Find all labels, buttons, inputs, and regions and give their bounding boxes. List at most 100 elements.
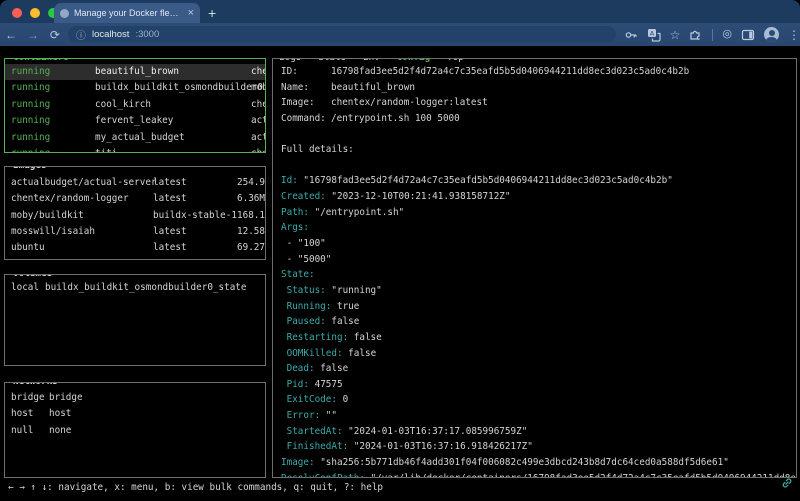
network-name: null	[11, 423, 33, 439]
tab-close-icon[interactable]: ×	[188, 8, 194, 19]
link-icon[interactable]	[780, 476, 794, 490]
config-detail-line: Error: ""	[281, 408, 795, 424]
reload-icon[interactable]: ⟳	[44, 28, 66, 42]
networks-panel-title: Networks	[11, 382, 60, 387]
new-tab-button[interactable]: +	[208, 4, 216, 22]
profile-avatar[interactable]	[764, 27, 779, 42]
config-detail-line: Image: "sha256:5b771db46f4add301f04f0060…	[281, 455, 795, 471]
network-row[interactable]: null none	[5, 423, 265, 439]
window-controls[interactable]	[12, 8, 58, 18]
container-row[interactable]: running fervent_leakey act	[5, 113, 265, 129]
container-image: che	[251, 64, 266, 80]
browser-chrome: Manage your Docker fleet wi × + ← → ⟳ ⓘ …	[0, 0, 800, 46]
detail-tab[interactable]: Top	[447, 58, 464, 63]
config-detail-line: Status: "running"	[281, 283, 795, 299]
url-port-text: :3000	[135, 29, 159, 40]
forward-icon[interactable]: →	[22, 28, 44, 42]
networks-panel[interactable]: Networks bridge bridge host host null no…	[4, 382, 266, 478]
image-size: 69.27MB	[237, 240, 266, 256]
site-info-icon[interactable]: ⓘ	[76, 27, 86, 42]
detail-tab[interactable]: Config	[397, 58, 431, 63]
container-image: act	[251, 113, 266, 129]
image-size: 12.58MB	[237, 224, 266, 240]
container-image: che	[251, 97, 266, 113]
tab-title: Manage your Docker fleet wi	[74, 8, 183, 18]
image-tag: latest	[153, 224, 187, 240]
keybindings-statusbar: ← → ↑ ↓: navigate, x: menu, b: view bulk…	[8, 482, 383, 493]
image-repo: <none>	[11, 256, 45, 260]
network-row[interactable]: host host	[5, 406, 265, 422]
image-size: 20.73MB	[237, 256, 266, 260]
container-row[interactable]: running beautiful_brown che	[5, 64, 265, 80]
container-row[interactable]: running cool_kirch che	[5, 97, 265, 113]
translate-icon[interactable]: A	[647, 28, 661, 42]
image-row[interactable]: <none> <none> 20.73MB	[5, 256, 265, 260]
container-row[interactable]: running buildx_buildkit_osmondbuilder0 m…	[5, 80, 265, 96]
images-panel[interactable]: Images actualbudget/actual-server latest…	[4, 166, 266, 260]
volumes-panel[interactable]: Volumes local buildx_buildkit_osmondbuil…	[4, 274, 266, 366]
container-name: my_actual_budget	[95, 130, 185, 146]
detail-tab[interactable]: Env	[363, 58, 380, 63]
minimize-window-button[interactable]	[30, 8, 40, 18]
container-name: titi	[95, 146, 117, 153]
browser-tab-bar: Manage your Docker fleet wi × +	[0, 0, 800, 23]
volume-row[interactable]: local buildx_buildkit_osmondbuilder0_sta…	[5, 280, 265, 296]
config-detail-line: Created: "2023-12-10T00:21:41.938158712Z…	[281, 189, 795, 205]
image-size: 168.13MB	[237, 208, 266, 224]
network-name: host	[11, 406, 33, 422]
url-text: localhost	[92, 29, 130, 40]
image-repo: actualbudget/actual-server	[11, 175, 157, 191]
config-detail-line: Args:	[281, 220, 795, 236]
config-summary-line: Image:chentex/random-logger:latest	[281, 95, 795, 111]
container-image: che	[251, 146, 266, 153]
detail-panel[interactable]: Logs – Stats – Env – Config – Top – ID:1…	[272, 58, 797, 478]
image-row[interactable]: chentex/random-logger latest 6.36MB	[5, 191, 265, 207]
close-window-button[interactable]	[12, 8, 22, 18]
container-row[interactable]: running my_actual_budget act	[5, 130, 265, 146]
image-row[interactable]: moby/buildkit buildx-stable-1 168.13MB	[5, 208, 265, 224]
image-row[interactable]: mosswill/isaiah latest 12.58MB	[5, 224, 265, 240]
config-detail-line: Path: "/entrypoint.sh"	[281, 205, 795, 221]
bookmark-star-icon[interactable]: ☆	[670, 29, 681, 41]
containers-panel[interactable]: Containers running beautiful_brown che r…	[4, 58, 266, 153]
detail-tab[interactable]: Logs	[279, 58, 301, 63]
extension-badge-icon[interactable]: ◎	[722, 29, 732, 40]
network-row[interactable]: bridge bridge	[5, 390, 265, 406]
lazydocker-terminal: Containers running beautiful_brown che r…	[0, 46, 800, 501]
tab-favicon-icon	[60, 9, 69, 18]
image-row[interactable]: ubuntu latest 69.27MB	[5, 240, 265, 256]
container-row[interactable]: running titi che	[5, 146, 265, 153]
image-size: 254.98MB	[237, 175, 266, 191]
config-detail-line: StartedAt: "2024-01-03T16:37:17.08599675…	[281, 424, 795, 440]
image-size: 6.36MB	[237, 191, 266, 207]
image-row[interactable]: actualbudget/actual-server latest 254.98…	[5, 175, 265, 191]
image-tag: latest	[153, 240, 187, 256]
full-details-heading: Full details:	[281, 142, 795, 158]
image-tag: latest	[153, 191, 187, 207]
network-driver: bridge	[49, 390, 83, 406]
side-panel-icon[interactable]	[741, 28, 755, 42]
config-detail-line: Id: "16798fad3ee5d2f4d72a4c7c35eafd5b5d0…	[281, 173, 795, 189]
tab-separator: –	[346, 58, 363, 63]
browser-tab[interactable]: Manage your Docker fleet wi ×	[54, 3, 200, 23]
back-icon[interactable]: ←	[0, 28, 22, 42]
network-driver: host	[49, 406, 71, 422]
password-key-icon[interactable]	[624, 28, 638, 42]
images-panel-title: Images	[11, 166, 49, 171]
config-detail-line: Running: true	[281, 299, 795, 315]
config-detail-line: ExitCode: 0	[281, 392, 795, 408]
config-summary-line: Name:beautiful_brown	[281, 80, 795, 96]
container-image: mob	[251, 80, 266, 96]
config-summary-line: ID:16798fad3ee5d2f4d72a4c7c35eafd5b5d040…	[281, 64, 795, 80]
volume-name: buildx_buildkit_osmondbuilder0_state	[45, 280, 247, 296]
config-detail-line: OOMKilled: false	[281, 346, 795, 362]
detail-tab[interactable]: Stats	[318, 58, 346, 63]
container-status: running	[11, 113, 50, 129]
network-name: bridge	[11, 390, 45, 406]
image-repo: ubuntu	[11, 240, 45, 256]
extensions-icon[interactable]	[689, 28, 703, 42]
network-driver: none	[49, 423, 71, 439]
browser-menu-icon[interactable]: ⋮	[788, 29, 800, 41]
url-bar[interactable]: ⓘ localhost :3000	[68, 26, 616, 43]
container-name: cool_kirch	[95, 97, 151, 113]
